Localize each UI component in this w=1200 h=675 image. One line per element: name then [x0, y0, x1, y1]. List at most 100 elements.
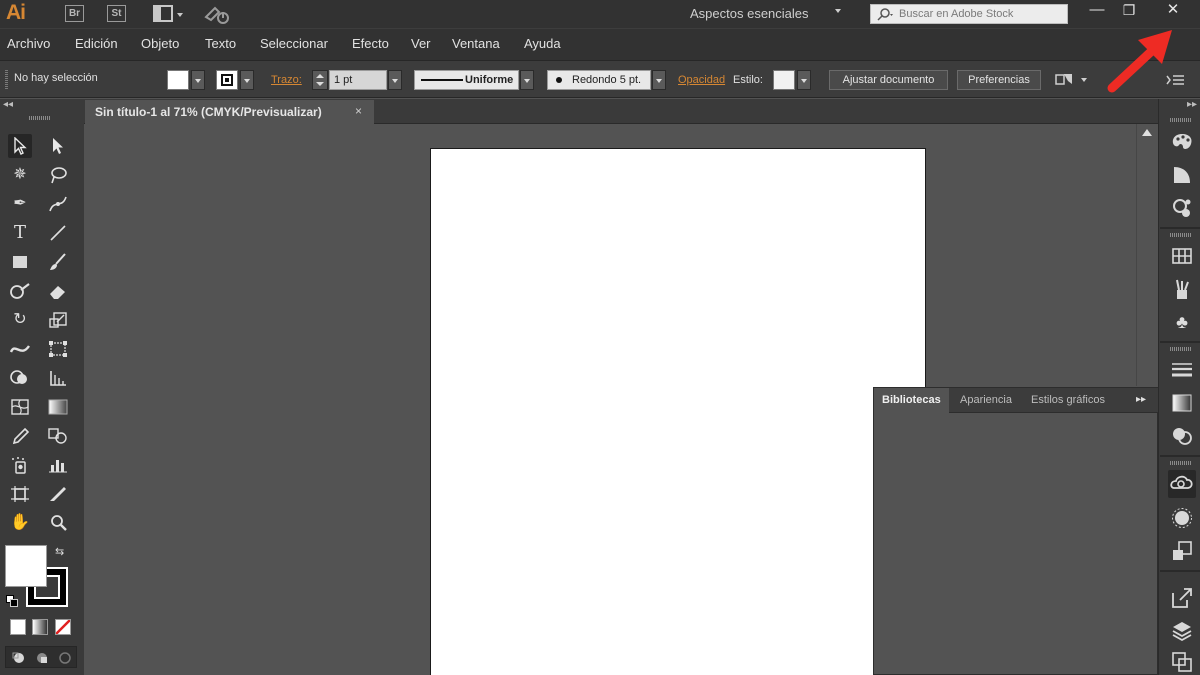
- stroke-profile-dropdown[interactable]: [520, 70, 534, 90]
- artboard-icon[interactable]: [8, 482, 32, 506]
- tools-grip[interactable]: [29, 116, 51, 120]
- layers-icon[interactable]: [1170, 619, 1194, 643]
- scroll-up-icon[interactable]: [1142, 129, 1152, 136]
- stock-button[interactable]: St: [107, 5, 126, 22]
- default-colors-icon[interactable]: [6, 595, 18, 607]
- color-icon[interactable]: [1170, 130, 1194, 154]
- mesh-icon[interactable]: [8, 395, 32, 419]
- dock-grip-3[interactable]: [1170, 347, 1192, 351]
- transparency-icon[interactable]: [1170, 424, 1194, 448]
- menu-ayuda[interactable]: Ayuda: [524, 36, 561, 51]
- bridge-button[interactable]: Br: [65, 5, 84, 22]
- style-swatch[interactable]: [773, 70, 795, 90]
- blend-icon[interactable]: [46, 424, 70, 448]
- tab-bibliotecas[interactable]: Bibliotecas: [874, 388, 949, 413]
- shaper-icon[interactable]: [8, 279, 32, 303]
- dock-grip-1[interactable]: [1170, 118, 1192, 122]
- menu-objeto[interactable]: Objeto: [141, 36, 179, 51]
- color-mode-icon[interactable]: [10, 619, 26, 635]
- fill-dropdown[interactable]: [191, 70, 205, 90]
- draw-behind-icon[interactable]: [33, 650, 51, 666]
- appearance-icon[interactable]: [1170, 506, 1194, 530]
- stroke-label-link[interactable]: Trazo:: [271, 74, 302, 86]
- symbols-icon[interactable]: ♣: [1170, 310, 1194, 334]
- style-dropdown[interactable]: [797, 70, 811, 90]
- stroke-weight-field[interactable]: 1 pt: [329, 70, 387, 90]
- rotate-icon[interactable]: ↻: [8, 308, 32, 332]
- symbol-sprayer-icon[interactable]: [8, 453, 32, 477]
- libraries-icon[interactable]: [1168, 470, 1196, 498]
- gradient-mode-icon[interactable]: [32, 619, 48, 635]
- rectangle-icon[interactable]: [8, 250, 32, 274]
- paintbrush-icon[interactable]: [46, 250, 70, 274]
- document-tab[interactable]: Sin título-1 al 71% (CMYK/Previsualizar)…: [85, 100, 374, 124]
- free-transform-icon[interactable]: [46, 337, 70, 361]
- stroke-swatch[interactable]: [216, 70, 238, 90]
- selection-icon[interactable]: [8, 134, 32, 158]
- menu-efecto[interactable]: Efecto: [352, 36, 389, 51]
- expand-dock-icon[interactable]: ▸▸: [1187, 99, 1197, 110]
- menu-edicion[interactable]: Edición: [75, 36, 118, 51]
- arrange-documents-button[interactable]: [153, 4, 187, 24]
- color-guide-icon[interactable]: [1170, 163, 1194, 187]
- direct-selection-icon[interactable]: [46, 134, 70, 158]
- opacity-link[interactable]: Opacidad: [678, 74, 725, 86]
- menu-ventana[interactable]: Ventana: [452, 36, 500, 51]
- type-icon[interactable]: T: [8, 221, 32, 245]
- collapse-tools-icon[interactable]: ◂◂: [3, 99, 13, 110]
- menu-seleccionar[interactable]: Seleccionar: [260, 36, 328, 51]
- slice-icon[interactable]: [46, 482, 70, 506]
- stroke-dropdown[interactable]: [240, 70, 254, 90]
- close-document-icon[interactable]: ×: [355, 104, 362, 118]
- eyedropper-icon[interactable]: [8, 424, 32, 448]
- perspective-grid-icon[interactable]: [46, 366, 70, 390]
- dock-grip-2[interactable]: [1170, 233, 1192, 237]
- artboards-icon[interactable]: [1170, 650, 1194, 674]
- fill-color-swatch[interactable]: [5, 545, 47, 587]
- gradient-panel-icon[interactable]: [1170, 391, 1194, 415]
- graphic-styles-icon[interactable]: [1170, 539, 1194, 563]
- width-icon[interactable]: [8, 337, 32, 361]
- shape-builder-icon[interactable]: [8, 366, 32, 390]
- brushes-icon[interactable]: [1170, 277, 1194, 301]
- color-themes-icon[interactable]: [1170, 196, 1194, 220]
- stroke-weight-dropdown[interactable]: [388, 70, 402, 90]
- export-icon[interactable]: [1170, 586, 1194, 610]
- draw-inside-icon[interactable]: [56, 650, 74, 666]
- draw-normal-icon[interactable]: [10, 650, 28, 666]
- stroke-icon[interactable]: [1170, 358, 1194, 382]
- stroke-weight-stepper[interactable]: [312, 70, 328, 90]
- tab-apariencia[interactable]: Apariencia: [952, 388, 1020, 413]
- menu-ver[interactable]: Ver: [411, 36, 431, 51]
- tab-estilos-graficos[interactable]: Estilos gráficos: [1023, 388, 1123, 413]
- panel-options-icon[interactable]: ▸▸: [1136, 394, 1146, 405]
- preferences-button[interactable]: Preferencias: [957, 70, 1041, 90]
- hand-icon[interactable]: ✋: [8, 511, 32, 535]
- fill-swatch[interactable]: [167, 70, 189, 90]
- control-bar-grip[interactable]: [5, 69, 8, 89]
- line-segment-icon[interactable]: [46, 221, 70, 245]
- brush-select[interactable]: Redondo 5 pt.: [547, 70, 651, 90]
- gradient-icon[interactable]: [46, 395, 70, 419]
- stroke-profile-select[interactable]: Uniforme: [414, 70, 519, 90]
- swap-fill-stroke-icon[interactable]: ⇆: [55, 545, 64, 558]
- gpu-performance-button[interactable]: [203, 3, 231, 25]
- artboard[interactable]: [430, 148, 926, 675]
- workspace-switcher[interactable]: Aspectos esenciales: [690, 6, 809, 21]
- scale-icon[interactable]: [46, 308, 70, 332]
- curvature-icon[interactable]: [46, 192, 70, 216]
- eraser-icon[interactable]: [46, 279, 70, 303]
- pen-icon[interactable]: ✒: [8, 192, 32, 216]
- vertical-scrollbar[interactable]: [1136, 124, 1158, 386]
- magic-wand-icon[interactable]: ✵: [8, 163, 32, 187]
- arrange-options-button[interactable]: [1054, 70, 1094, 90]
- brush-dropdown[interactable]: [652, 70, 666, 90]
- swatches-icon[interactable]: [1170, 244, 1194, 268]
- column-graph-icon[interactable]: [46, 453, 70, 477]
- zoom-icon[interactable]: [46, 511, 70, 535]
- dock-grip-4[interactable]: [1170, 461, 1192, 465]
- menu-archivo[interactable]: Archivo: [7, 36, 50, 51]
- stock-search-input[interactable]: Buscar en Adobe Stock: [870, 4, 1068, 24]
- document-setup-button[interactable]: Ajustar documento: [829, 70, 948, 90]
- lasso-icon[interactable]: [46, 163, 70, 187]
